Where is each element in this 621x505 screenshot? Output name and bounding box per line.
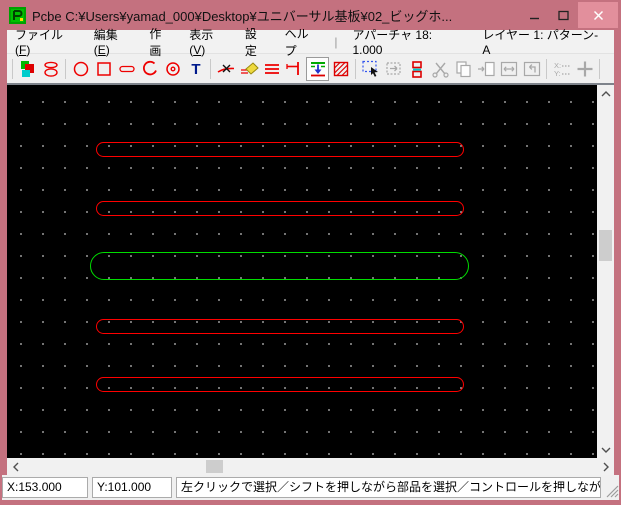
resize-grip-icon [606,485,619,498]
menu-settings[interactable]: 設定 [237,22,277,62]
chevron-left-icon [12,462,18,471]
text-tool-button[interactable]: T [184,57,207,81]
line-icon [118,65,135,72]
status-bar: X:153.000 Y:101.000 左クリックで選択／シフトを押しながら部品… [2,475,619,500]
copy-button[interactable] [451,57,474,81]
toolbar-separator [546,58,547,79]
pad-track-5[interactable] [96,377,464,392]
resize-grip[interactable] [605,477,619,498]
coordinates-icon: X: Y: [554,61,570,78]
fit-width-icon [500,61,517,76]
horizontal-scrollbar[interactable] [7,458,614,475]
paste-button[interactable] [474,57,497,81]
cut-line-tool-button[interactable] [214,57,237,81]
maximize-icon [558,10,569,20]
toolbar: T X: Y: [7,54,614,83]
component-tool-icon [310,61,325,76]
layers-palette-icon [20,60,34,77]
vertical-scrollbar[interactable] [597,85,614,458]
aperture-readout: アパーチャ 18: 1.000 [352,28,433,57]
crosshair-icon [577,61,592,76]
scissors-icon [431,62,449,78]
menu-separator: | [334,34,338,49]
menu-file[interactable]: ファイル(F) [7,23,86,60]
pad-track-3-selected[interactable] [90,252,469,280]
multi-line-tool-button[interactable] [260,57,283,81]
fit-width-button[interactable] [497,57,520,81]
fill-hatch-icon [333,61,348,76]
layers-palette-button[interactable] [16,57,39,81]
horizontal-scroll-thumb[interactable] [206,460,223,473]
arc-icon [142,60,157,75]
undo-button[interactable] [520,57,543,81]
undo-icon [523,61,540,76]
coordinates-button[interactable]: X: Y: [550,57,573,81]
chevron-down-icon [601,447,610,453]
arc-tool-button[interactable] [138,57,161,81]
menu-edit[interactable]: 編集(E) [86,23,142,60]
menu-help[interactable]: ヘルプ [277,22,329,62]
fill-hatch-tool-button[interactable] [329,57,352,81]
toolbar-separator [355,58,356,79]
eraser-tool-button[interactable] [237,57,260,81]
layer-swap-icon [411,60,422,78]
cut-button[interactable] [428,57,451,81]
rectangle-tool-button[interactable] [92,57,115,81]
horizontal-scroll-track[interactable] [24,458,597,475]
close-icon [593,10,603,20]
text-icon: T [191,61,200,78]
menu-bar: ファイル(F) 編集(E) 作画 表示(V) 設定 ヘルプ | アパーチャ 18… [7,27,614,58]
pad-tool-button[interactable] [161,57,184,81]
scroll-up-button[interactable] [597,85,614,102]
select-tool-button[interactable] [359,57,382,81]
toolbar-separator [65,58,66,79]
scroll-right-button[interactable] [597,458,614,475]
block-move-icon [385,61,401,75]
multi-line-icon [264,63,279,74]
oval-pad-tool-button[interactable] [39,57,62,81]
vertical-scroll-track[interactable] [597,102,614,441]
oval-pad-icon [43,61,58,77]
scroll-left-button[interactable] [7,458,24,475]
vertical-scroll-thumb[interactable] [599,230,612,261]
scroll-down-button[interactable] [597,441,614,458]
menu-draw[interactable]: 作画 [141,22,181,62]
crosshair-button[interactable] [573,57,596,81]
copy-icon [455,60,471,77]
paste-icon [477,61,495,76]
layer-readout: レイヤー 1: パターン-A [482,28,599,57]
chevron-up-icon [601,90,610,96]
pad-icon [165,61,180,76]
eraser-icon [240,61,259,75]
component-tool-button[interactable] [306,56,329,81]
toolbar-separator [599,58,600,79]
pcbe-window: Pcbe C:¥Users¥yamad_000¥Desktop¥ユニバーサル基板… [0,0,621,505]
toolbar-separator [12,58,13,79]
pad-track-1[interactable] [96,142,464,157]
block-move-button[interactable] [382,57,405,81]
cursor-x-readout: X:153.000 [2,477,88,498]
menu-view[interactable]: 表示(V) [181,23,237,60]
chevron-right-icon [603,462,609,471]
select-icon [361,60,378,77]
cut-line-icon [217,64,234,73]
svg-text:Y:: Y: [554,69,561,78]
terminal-icon [285,61,299,75]
app-icon[interactable] [9,6,26,24]
minimize-icon [530,17,539,19]
pad-track-2[interactable] [96,201,464,216]
layer-swap-button[interactable] [405,57,428,81]
toolbar-separator [210,58,211,79]
circle-tool-button[interactable] [69,57,92,81]
rectangle-icon [96,61,111,76]
cursor-y-readout: Y:101.000 [92,477,172,498]
status-message: 左クリックで選択／シフトを押しながら部品を選択／コントロールを押しながらピンを選… [176,477,601,498]
circle-icon [73,61,88,76]
pad-track-4[interactable] [96,319,464,334]
terminal-tool-button[interactable] [283,57,306,81]
line-tool-button[interactable] [115,57,138,81]
pcb-canvas[interactable] [7,85,597,458]
svg-text:T: T [191,61,200,78]
